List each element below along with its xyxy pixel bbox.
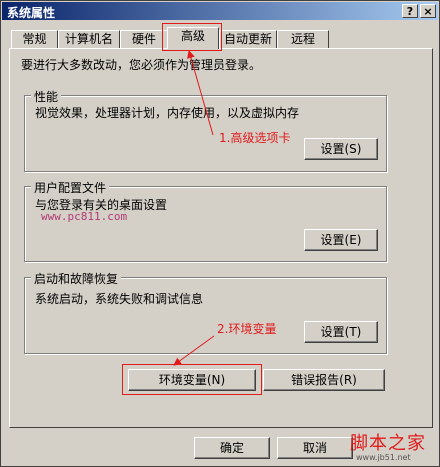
- arrow-to-advanced-tab: [187, 50, 214, 136]
- site-logo-text: 脚本之家: [350, 433, 426, 454]
- site-logo-url: www.jb51.net: [356, 453, 411, 462]
- annotation-arrows: [173, 50, 215, 366]
- watermark-url: www.pc811.com: [41, 210, 128, 223]
- annotation-step1: 1.高级选项卡: [219, 131, 291, 145]
- site-logo: 脚本之家 www.jb51.net: [350, 429, 426, 462]
- annotation-step2: 2.环境变量: [217, 322, 277, 336]
- arrow-to-env-button: [173, 335, 215, 366]
